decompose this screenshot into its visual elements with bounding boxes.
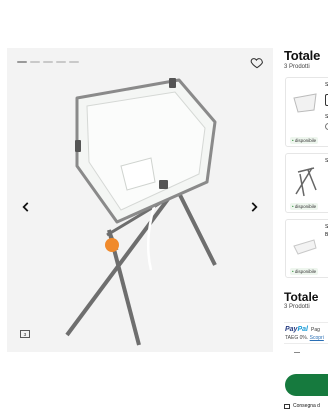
delivery-label: Consegna d — [293, 403, 320, 409]
cart-item[interactable]: S B • disponibile — [285, 219, 328, 278]
status-dot: • — [292, 204, 294, 209]
status-dot: • — [292, 138, 294, 143]
cart-item[interactable]: S • disponibile — [285, 153, 328, 213]
slide-dot[interactable] — [43, 61, 53, 63]
svg-text:3: 3 — [24, 332, 27, 338]
cart-count: 3 Prodotti — [284, 64, 310, 70]
product-thumbnail — [293, 93, 317, 113]
paypal-text: Pag — [311, 327, 320, 333]
product-thumbnail — [293, 239, 317, 255]
paypal-banner: PayPal Pag TAEG 0%. Scopri — [284, 322, 328, 344]
paypal-logo: PayPal — [285, 326, 308, 333]
paypal-info-link[interactable]: Scopri — [310, 335, 324, 341]
slide-dot[interactable] — [17, 61, 27, 63]
slide-dot[interactable] — [69, 61, 79, 63]
slide-dot[interactable] — [56, 61, 66, 63]
product-image — [65, 78, 217, 346]
slide-dot[interactable] — [30, 61, 40, 63]
taeg-text: TAEG 0%. Scopri — [285, 335, 324, 341]
cart-title: Totale — [284, 48, 321, 63]
quantity-divider — [294, 352, 300, 353]
product-image-gallery[interactable]: 3 — [7, 48, 273, 352]
cart-panel: Totale 3 Prodotti S S • disponibile S • … — [284, 0, 328, 410]
summary-count: 3 Prodotti — [284, 304, 310, 310]
heart-icon[interactable] — [250, 56, 264, 70]
availability-badge: • disponibile — [290, 203, 319, 210]
product-thumbnail — [295, 167, 317, 197]
availability-label: disponibile — [294, 138, 317, 143]
slide-indicators — [17, 61, 79, 63]
chevron-right-icon[interactable] — [247, 200, 261, 214]
cart-item[interactable]: S S • disponibile — [285, 77, 328, 147]
availability-label: disponibile — [294, 269, 317, 274]
status-dot: • — [292, 269, 294, 274]
summary-title: Totale — [284, 290, 319, 304]
delivery-info: Consegna d — [284, 403, 320, 409]
availability-badge: • disponibile — [290, 137, 319, 144]
gallery-icon[interactable]: 3 — [20, 330, 30, 338]
checkout-button[interactable] — [285, 374, 328, 396]
availability-badge: • disponibile — [290, 268, 319, 275]
availability-label: disponibile — [294, 204, 317, 209]
chevron-left-icon[interactable] — [19, 200, 33, 214]
delivery-box-icon — [284, 403, 290, 409]
